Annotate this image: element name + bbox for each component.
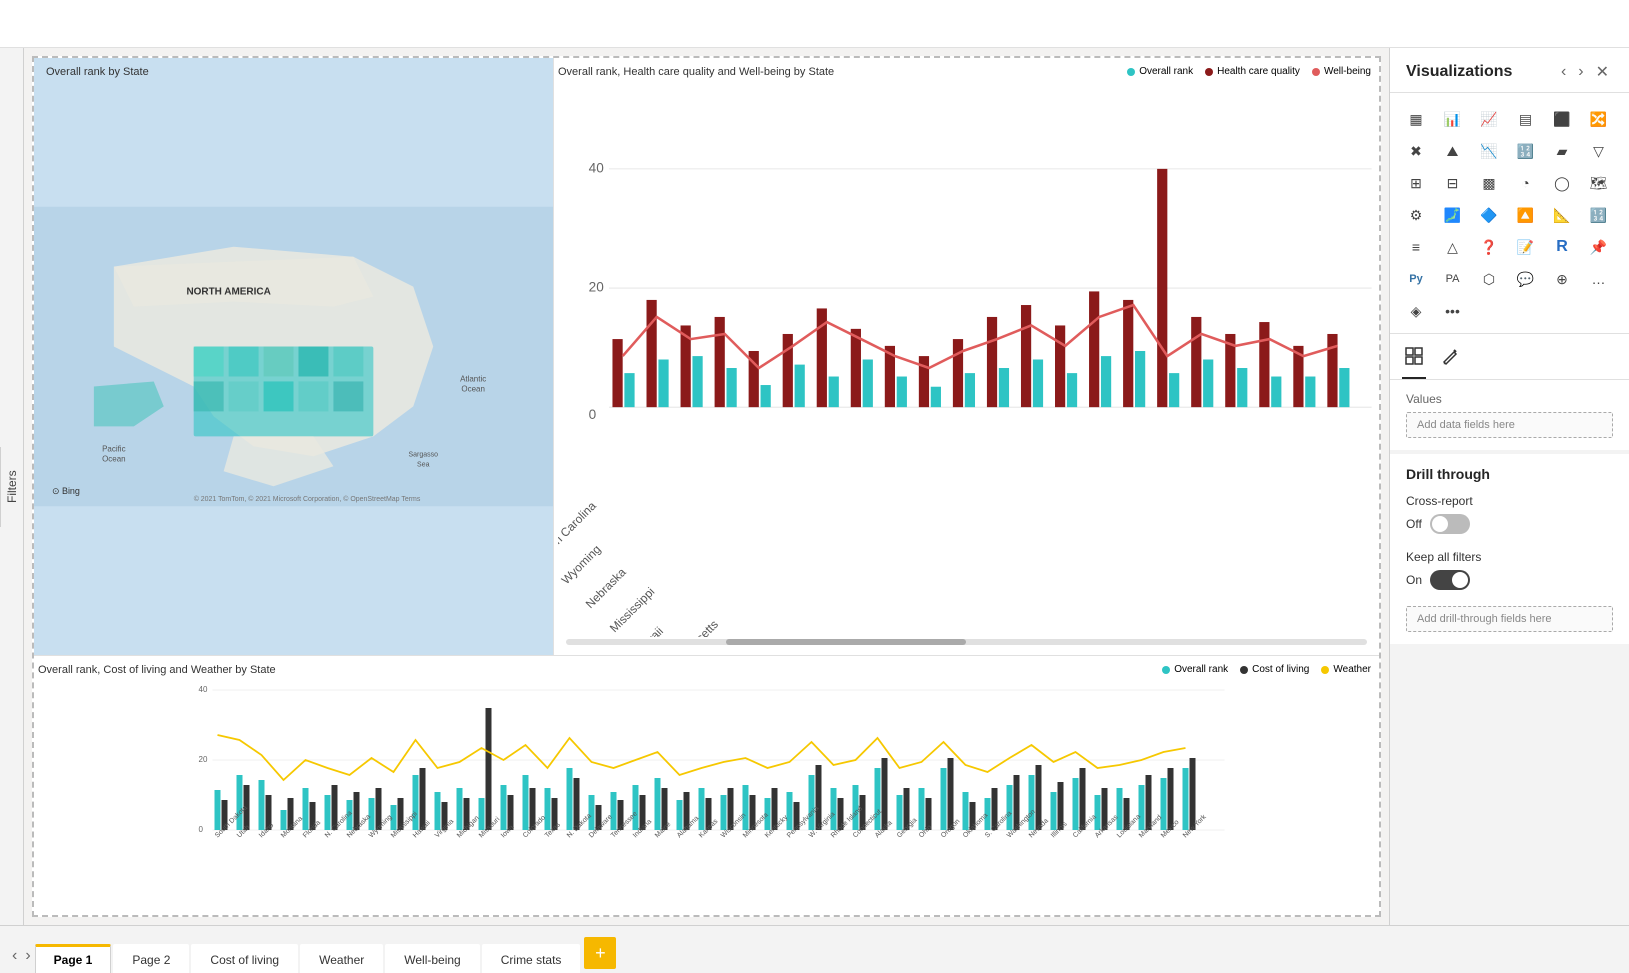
viz-dots[interactable]: …	[1585, 265, 1613, 293]
viz-smart-narr[interactable]: 📝	[1512, 233, 1540, 261]
visualizations-panel: Visualizations ‹ › ✕ ▦ 📊 📈 ▤ ⬛ 🔀 ✖ ⛰ 📉 🔢…	[1389, 48, 1629, 925]
svg-text:NORTH AMERICA: NORTH AMERICA	[186, 287, 270, 298]
viz-donut[interactable]: ◯	[1548, 169, 1576, 197]
add-drill-field[interactable]: Add drill-through fields here	[1406, 606, 1613, 632]
viz-stacked-bar[interactable]: ▦	[1402, 105, 1430, 133]
viz-grouped-bar[interactable]: ▤	[1512, 105, 1540, 133]
bottom-tabs-bar: ‹ › Page 1 Page 2 Cost of living Weather…	[0, 925, 1629, 973]
tab-nav-prev[interactable]: ‹	[8, 947, 21, 965]
svg-text:Hawaii: Hawaii	[631, 624, 666, 637]
viz-100bar[interactable]: ▰	[1548, 137, 1576, 165]
viz-decomp[interactable]: △	[1439, 233, 1467, 261]
cross-report-label: Cross-report	[1406, 494, 1613, 508]
tab-page2[interactable]: Page 2	[113, 944, 189, 973]
viz-combo[interactable]: 🔢	[1512, 137, 1540, 165]
viz-pin[interactable]: 📌	[1585, 233, 1613, 261]
tab-values-icon[interactable]	[1402, 342, 1426, 379]
svg-text:40: 40	[589, 160, 605, 175]
viz-panel-tabs	[1390, 334, 1629, 380]
cross-report-toggle[interactable]	[1430, 514, 1470, 534]
top-bar-chart: Overall rank, Health care quality and We…	[554, 58, 1379, 655]
viz-scatter[interactable]: ✖	[1402, 137, 1430, 165]
add-page-button[interactable]: +	[584, 937, 616, 969]
svg-text:Ocean: Ocean	[461, 384, 484, 393]
viz-funnel[interactable]: ▽	[1585, 137, 1613, 165]
panel-close-btn[interactable]: ✕	[1592, 60, 1613, 84]
svg-text:Wyoming: Wyoming	[559, 542, 604, 587]
viz-area[interactable]: ⛰	[1439, 137, 1467, 165]
bottom-chart-legend: Overall rank Cost of living Weather	[1162, 664, 1371, 675]
panel-prev-btn[interactable]: ‹	[1557, 60, 1570, 84]
panel-next-btn[interactable]: ›	[1574, 60, 1587, 84]
keep-filters-label: Keep all filters	[1406, 550, 1613, 564]
svg-text:Nebraska: Nebraska	[583, 565, 629, 611]
viz-pie[interactable]: ◔	[1512, 169, 1540, 197]
tab-nav-next[interactable]: ›	[21, 947, 34, 965]
svg-text:0: 0	[199, 825, 204, 834]
viz-waterfall[interactable]: ⬛	[1548, 105, 1576, 133]
cross-report-toggle-row: Off	[1406, 514, 1613, 534]
keep-filters-toggle-row: On	[1406, 570, 1613, 590]
svg-text:Pacific: Pacific	[102, 444, 125, 453]
keep-filters-toggle[interactable]	[1430, 570, 1470, 590]
viz-icons-grid: ▦ 📊 📈 ▤ ⬛ 🔀 ✖ ⛰ 📉 🔢 ▰ ▽ ⊞ ⊟ ▩ ◔ ◯ 🗺 ⚙ 🗾 …	[1390, 93, 1629, 334]
viz-matrix[interactable]: ⊟	[1439, 169, 1467, 197]
viz-gauge[interactable]: ⚙	[1402, 201, 1430, 229]
viz-card[interactable]: 🔼	[1512, 201, 1540, 229]
add-values-field[interactable]: Add data fields here	[1406, 412, 1613, 438]
viz-shape-map[interactable]: 🔷	[1475, 201, 1503, 229]
viz-ribbon[interactable]: 🔀	[1585, 105, 1613, 133]
cross-report-off-label: Off	[1406, 517, 1422, 531]
svg-text:0: 0	[589, 407, 597, 422]
panel-title: Visualizations	[1406, 63, 1512, 81]
viz-qna[interactable]: ❓	[1475, 233, 1503, 261]
svg-text:Ocean: Ocean	[102, 454, 125, 463]
viz-table[interactable]: ⊞	[1402, 169, 1430, 197]
viz-custom3[interactable]: ⊕	[1548, 265, 1576, 293]
viz-custom2[interactable]: 💬	[1512, 265, 1540, 293]
top-bar	[0, 0, 1629, 48]
top-chart-scrollbar[interactable]	[566, 639, 1367, 645]
svg-text:© 2021 TomTom, © 2021 Microsof: © 2021 TomTom, © 2021 Microsoft Corporat…	[194, 495, 421, 503]
drill-through-section: Drill through Cross-report Off Keep all …	[1390, 454, 1629, 644]
tab-crime-stats[interactable]: Crime stats	[482, 944, 581, 973]
viz-slicer[interactable]: ≡	[1402, 233, 1430, 261]
svg-text:Sargasso: Sargasso	[409, 451, 439, 458]
viz-py[interactable]: Py	[1402, 265, 1430, 293]
filters-tab[interactable]: Filters	[0, 447, 23, 527]
svg-text:⊙ Bing: ⊙ Bing	[52, 486, 80, 496]
viz-multi-card[interactable]: 📐	[1548, 201, 1576, 229]
viz-custom1[interactable]: ⬡	[1475, 265, 1503, 293]
viz-line[interactable]: 📉	[1475, 137, 1503, 165]
viz-map[interactable]: 🗺	[1585, 169, 1613, 197]
svg-text:20: 20	[589, 279, 605, 294]
viz-r[interactable]: R	[1548, 233, 1576, 261]
svg-text:Sea: Sea	[417, 461, 430, 468]
svg-text:20: 20	[199, 755, 208, 764]
viz-eraser[interactable]: ◈	[1402, 297, 1430, 325]
tab-format-icon[interactable]	[1438, 342, 1462, 379]
tab-page1[interactable]: Page 1	[35, 944, 112, 973]
tab-well-being[interactable]: Well-being	[385, 944, 479, 973]
drill-through-title: Drill through	[1406, 466, 1613, 482]
values-section: Values Add data fields here	[1390, 380, 1629, 450]
viz-more[interactable]: •••	[1439, 297, 1467, 325]
tab-cost-of-living[interactable]: Cost of living	[191, 944, 298, 973]
viz-powerapp[interactable]: PA	[1439, 265, 1467, 293]
values-label: Values	[1406, 392, 1613, 406]
viz-kpi[interactable]: 🔢	[1585, 201, 1613, 229]
svg-text:Atlantic: Atlantic	[460, 374, 486, 383]
map-visual: Overall rank by State	[34, 58, 554, 655]
svg-text:40: 40	[199, 685, 208, 694]
viz-bar-chart[interactable]: 📊	[1439, 105, 1467, 133]
bottom-chart: Overall rank, Cost of living and Weather…	[34, 655, 1379, 915]
viz-treemap[interactable]: ▩	[1475, 169, 1503, 197]
top-chart-legend: Overall rank Health care quality Well-be…	[1127, 66, 1371, 77]
map-title: Overall rank by State	[46, 66, 149, 78]
tab-weather[interactable]: Weather	[300, 944, 383, 973]
svg-text:Mississippi: Mississippi	[607, 585, 658, 636]
keep-filters-on-label: On	[1406, 573, 1422, 587]
viz-filled-map[interactable]: 🗾	[1439, 201, 1467, 229]
viz-line-bar[interactable]: 📈	[1475, 105, 1503, 133]
